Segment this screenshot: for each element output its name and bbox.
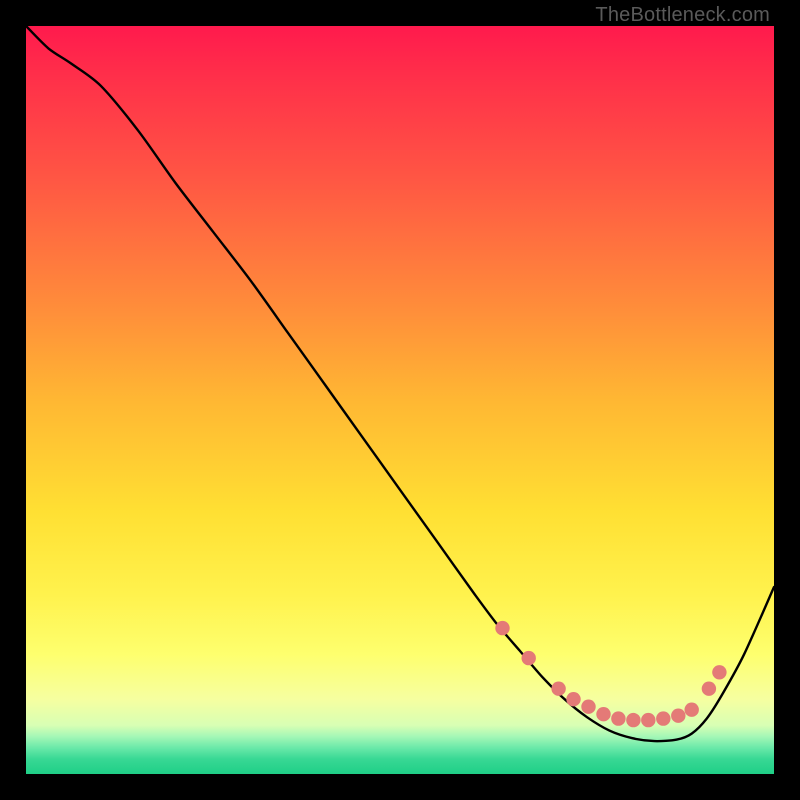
marker-dot bbox=[626, 713, 640, 727]
marker-dot bbox=[641, 713, 655, 727]
optimal-zone-markers bbox=[495, 621, 726, 727]
marker-dot bbox=[495, 621, 509, 635]
bottleneck-curve bbox=[26, 26, 774, 741]
chart-stage: TheBottleneck.com bbox=[0, 0, 800, 800]
marker-dot bbox=[702, 682, 716, 696]
marker-dot bbox=[551, 682, 565, 696]
marker-dot bbox=[581, 700, 595, 714]
curve-layer bbox=[26, 26, 774, 774]
marker-dot bbox=[611, 711, 625, 725]
plot-area bbox=[26, 26, 774, 774]
marker-dot bbox=[596, 707, 610, 721]
marker-dot bbox=[712, 665, 726, 679]
watermark-text: TheBottleneck.com bbox=[595, 4, 770, 27]
marker-dot bbox=[522, 651, 536, 665]
marker-dot bbox=[566, 692, 580, 706]
marker-dot bbox=[671, 709, 685, 723]
marker-dot bbox=[685, 703, 699, 717]
marker-dot bbox=[656, 711, 670, 725]
